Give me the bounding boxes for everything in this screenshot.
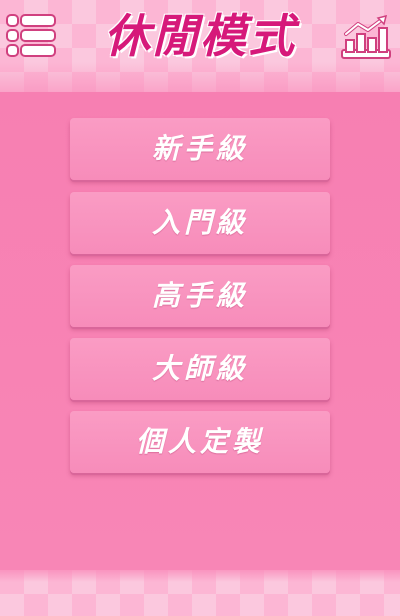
- bottom-fade: [0, 570, 400, 582]
- level-button-custom[interactable]: 個人定製: [70, 411, 330, 473]
- stats-button[interactable]: [340, 14, 392, 60]
- page-title: 休閒模式: [104, 9, 296, 63]
- level-button-novice[interactable]: 入門級: [70, 192, 330, 254]
- level-button-expert[interactable]: 高手級: [70, 265, 330, 327]
- bar-chart-trend-icon: [341, 14, 391, 59]
- level-button-beginner[interactable]: 新手級: [70, 118, 330, 180]
- level-button-master[interactable]: 大師級: [70, 338, 330, 400]
- header-fade: [0, 62, 400, 92]
- menu-button[interactable]: [6, 14, 56, 58]
